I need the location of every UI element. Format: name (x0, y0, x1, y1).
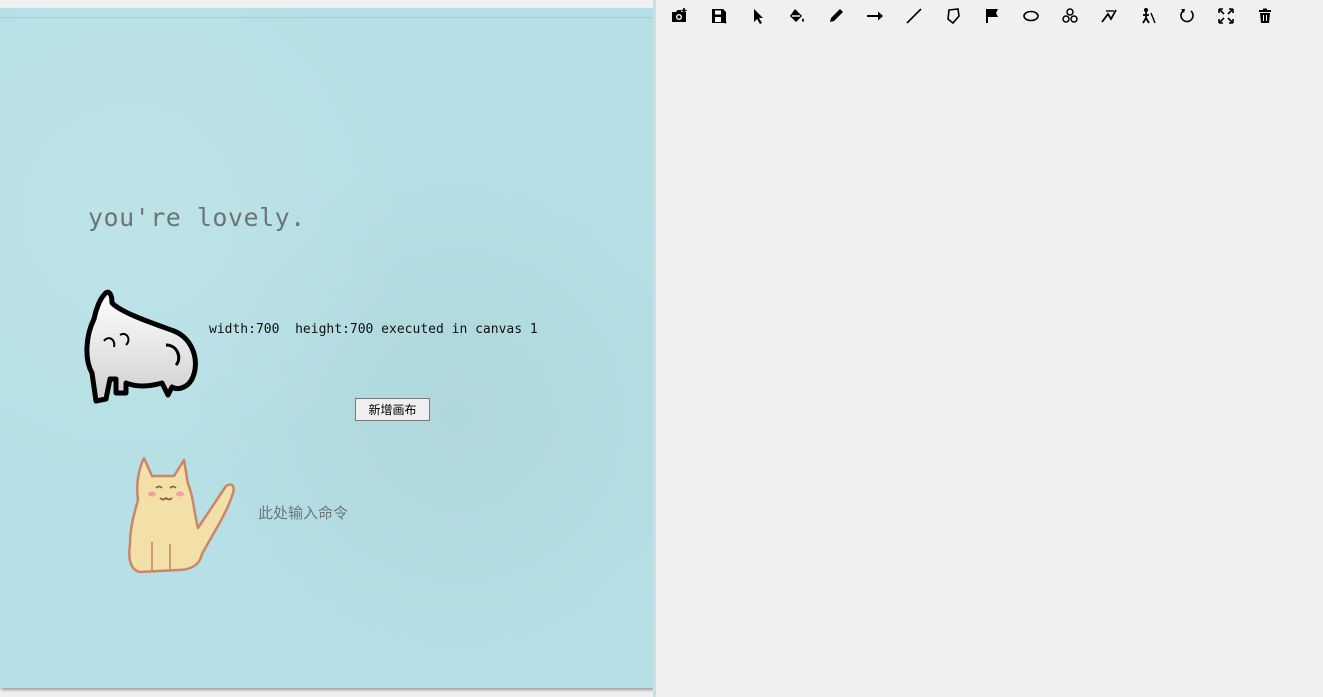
fill-button[interactable] (777, 4, 816, 28)
shapes-button[interactable] (1050, 4, 1089, 28)
trash-icon (1258, 8, 1271, 23)
rotate-button[interactable] (1167, 4, 1206, 28)
status-text: width:700 height:700 executed in canvas … (209, 322, 538, 337)
fullscreen-button[interactable] (1206, 4, 1245, 28)
drawing-canvas[interactable]: you're lovely. width:700 height:700 exec… (0, 8, 653, 688)
delete-button[interactable] (1245, 4, 1284, 28)
figure-button[interactable] (1128, 4, 1167, 28)
add-canvas-button[interactable]: 新增画布 (355, 398, 430, 421)
ellipse-icon (1022, 10, 1039, 22)
line-button[interactable] (894, 4, 933, 28)
polygon-button[interactable] (933, 4, 972, 28)
shapes-icon (1061, 8, 1078, 23)
open-image-icon (671, 8, 686, 22)
arrow-right-icon (866, 11, 883, 21)
flag-icon (985, 9, 998, 23)
rotate-icon (1179, 9, 1194, 23)
select-button[interactable] (738, 4, 777, 28)
fullscreen-icon (1217, 8, 1234, 24)
pencil-icon (829, 9, 843, 22)
command-input[interactable] (256, 501, 460, 525)
save-button[interactable] (699, 4, 738, 28)
pencil-button[interactable] (816, 4, 855, 28)
curve-button[interactable] (1089, 4, 1128, 28)
cursor-icon (753, 9, 763, 24)
figure-icon (1141, 8, 1156, 24)
ghost-cat-image (84, 289, 198, 404)
save-icon (711, 9, 727, 24)
open-image-button[interactable] (660, 4, 699, 28)
canvas-header-text: you're lovely. (88, 203, 306, 232)
line-icon (905, 8, 922, 24)
tool-panel (656, 0, 1323, 697)
ellipse-button[interactable] (1011, 4, 1050, 28)
curve-icon (1100, 9, 1117, 23)
flag-button[interactable] (972, 4, 1011, 28)
arrow-button[interactable] (855, 4, 894, 28)
canvas-top-rule (0, 17, 653, 18)
fill-bucket-icon (789, 9, 804, 22)
toolbar (660, 4, 1284, 28)
sitting-cat-image (128, 456, 235, 574)
polygon-icon (946, 8, 960, 25)
